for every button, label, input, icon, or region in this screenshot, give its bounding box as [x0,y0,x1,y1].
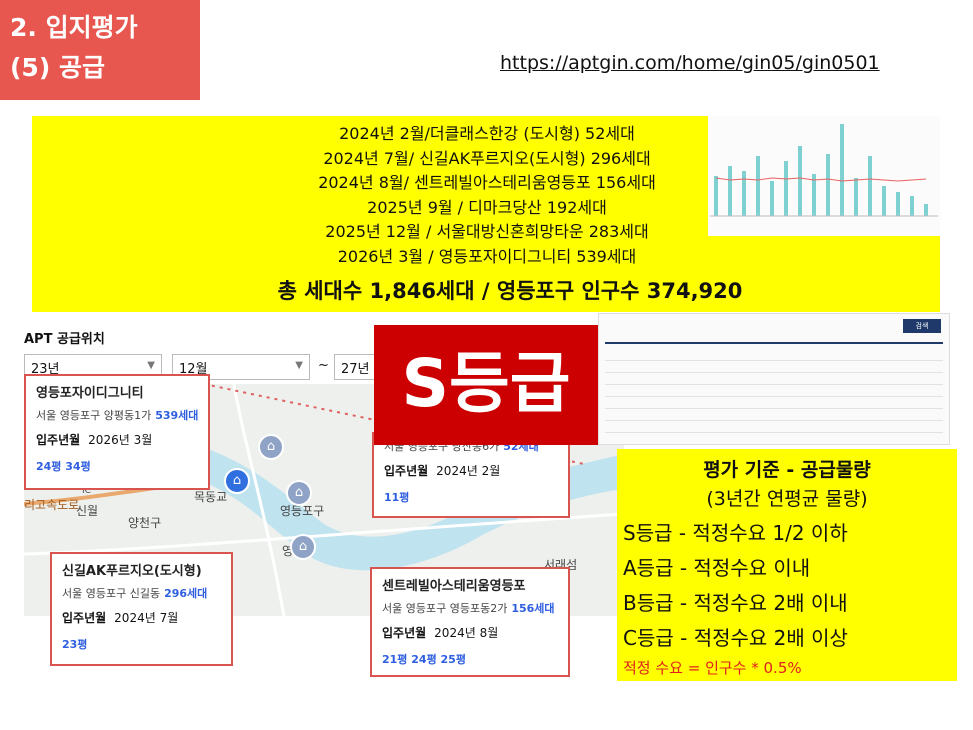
apt-card-name: 영등포자이디그니티 [36,386,144,401]
end-year-select-value: 27년 [341,362,370,377]
criteria-formula: 적정 수요 = 인구수 * 0.5% [623,659,802,677]
apt-card-name: 센트레빌아스테리움영등포 [382,579,526,594]
apt-card-size: 24평 34평 [36,460,91,473]
apt-card-name: 신길AK푸르지오(도시형) [62,564,202,579]
apt-card-movein-label: 입주년월 [382,626,427,640]
apt-card[interactable]: 영등포자이디그니티 서울 영등포구 양평동1가 539세대 입주년월 2026년 3… [24,374,210,490]
apt-card-units: 296세대 [164,587,208,600]
supply-item: 2024년 2월/더클래스한강 (도시형) 52세대 [339,124,635,143]
apt-card-units: 539세대 [155,409,199,422]
map-panel-title: APT 공급위치 [24,332,105,347]
place-label: 목동교 [194,490,228,504]
apt-card-addr: 서울 영등포구 영등포동2가 [382,602,508,615]
chevron-down-icon: ▼ [147,360,155,371]
chevron-down-icon: ▼ [295,360,303,371]
grade-stamp: S등급 [374,325,598,445]
supply-item: 2025년 12월 / 서울대방신혼희망타운 283세대 [325,222,649,241]
apt-card-movein-label: 입주년월 [36,433,81,447]
table-divider [605,408,943,409]
criteria-grade: S등급 - 적정수요 1/2 이하 [623,521,848,545]
place-label: 양천구 [128,516,162,530]
map-pin-icon[interactable]: ⌂ [286,480,312,506]
range-separator: ~ [318,358,329,373]
place-label: 신월 [76,504,99,518]
apt-card-addr: 서울 영등포구 신길동 [62,587,161,600]
supply-item: 2024년 8월/ 센트레빌아스테리움영등포 156세대 [318,173,656,192]
apt-card-movein-label: 입주년월 [384,464,429,478]
apt-card-size: 23평 [62,638,88,651]
supply-item: 2024년 7월/ 신길AK푸르지오(도시형) 296세대 [323,148,651,168]
apt-card-size: 21평 24평 25평 [382,653,466,666]
map-pin-icon[interactable]: ⌂ [290,534,316,560]
road-label: 리고속도로 [24,498,80,512]
source-link[interactable]: https://aptgin.com/home/gin05/gin0501 [500,52,880,74]
criteria-box: 평가 기준 - 공급물량 (3년간 연평균 물량) S등급 - 적정수요 1/2… [617,449,957,681]
criteria-grade: C등급 - 적정수요 2배 이상 [623,626,848,650]
end-year-select[interactable]: 27년 [334,354,378,380]
apt-card-movein: 2026년 3월 [88,433,153,447]
apt-card-size: 11평 [384,491,410,504]
supply-mini-chart [708,116,940,236]
apt-card-movein: 2024년 7월 [114,611,179,625]
apt-card[interactable]: 센트레빌아스테리움영등포 서울 영등포구 영등포동2가 156세대 입주년월 202… [370,567,570,677]
table-divider [605,372,943,373]
apt-card-movein-label: 입주년월 [62,611,107,625]
table-divider [605,384,943,385]
table-divider [605,396,943,397]
supply-item: 2025년 9월 / 디마크당산 192세대 [367,197,607,217]
supply-list: 2024년 2월/더클래스한강 (도시형) 52세대 2024년 7월/ 신길A… [250,122,724,269]
apt-card-movein: 2024년 8월 [434,626,499,640]
search-button[interactable]: 검색 [903,319,941,333]
mini-chart-svg [710,124,938,217]
table-divider [605,360,943,361]
map-pin-icon[interactable]: ⌂ [258,434,284,460]
apt-card[interactable]: 신길AK푸르지오(도시형) 서울 영등포구 신길동 296세대 입주년월 2024년… [50,552,233,666]
supply-total: 총 세대수 1,846세대 / 영등포구 인구수 374,920 [277,279,743,303]
table-divider [605,342,943,344]
criteria-grade: A등급 - 적정수요 이내 [623,556,811,580]
supply-table-thumbnail: 검색 [598,313,950,445]
map-pin-icon[interactable]: ⌂ [224,468,250,494]
supply-item: 2026년 3월 / 영등포자이디그니티 539세대 [337,246,637,266]
table-divider [605,420,943,421]
criteria-grade: B등급 - 적정수요 2배 이내 [623,591,848,615]
section-subtitle: (5) 공급 [10,53,105,82]
apt-card-addr: 서울 영등포구 양평동1가 [36,409,152,422]
section-title: 2. 입지평가 [10,13,138,42]
apt-card-movein: 2024년 2월 [436,464,501,478]
criteria-heading: 평가 기준 - 공급물량 [703,459,871,481]
table-divider [605,432,943,433]
section-title-box: 2. 입지평가 (5) 공급 [0,0,200,100]
criteria-subheading: (3년간 연평균 물량) [706,488,868,510]
apt-card-units: 156세대 [511,602,555,615]
